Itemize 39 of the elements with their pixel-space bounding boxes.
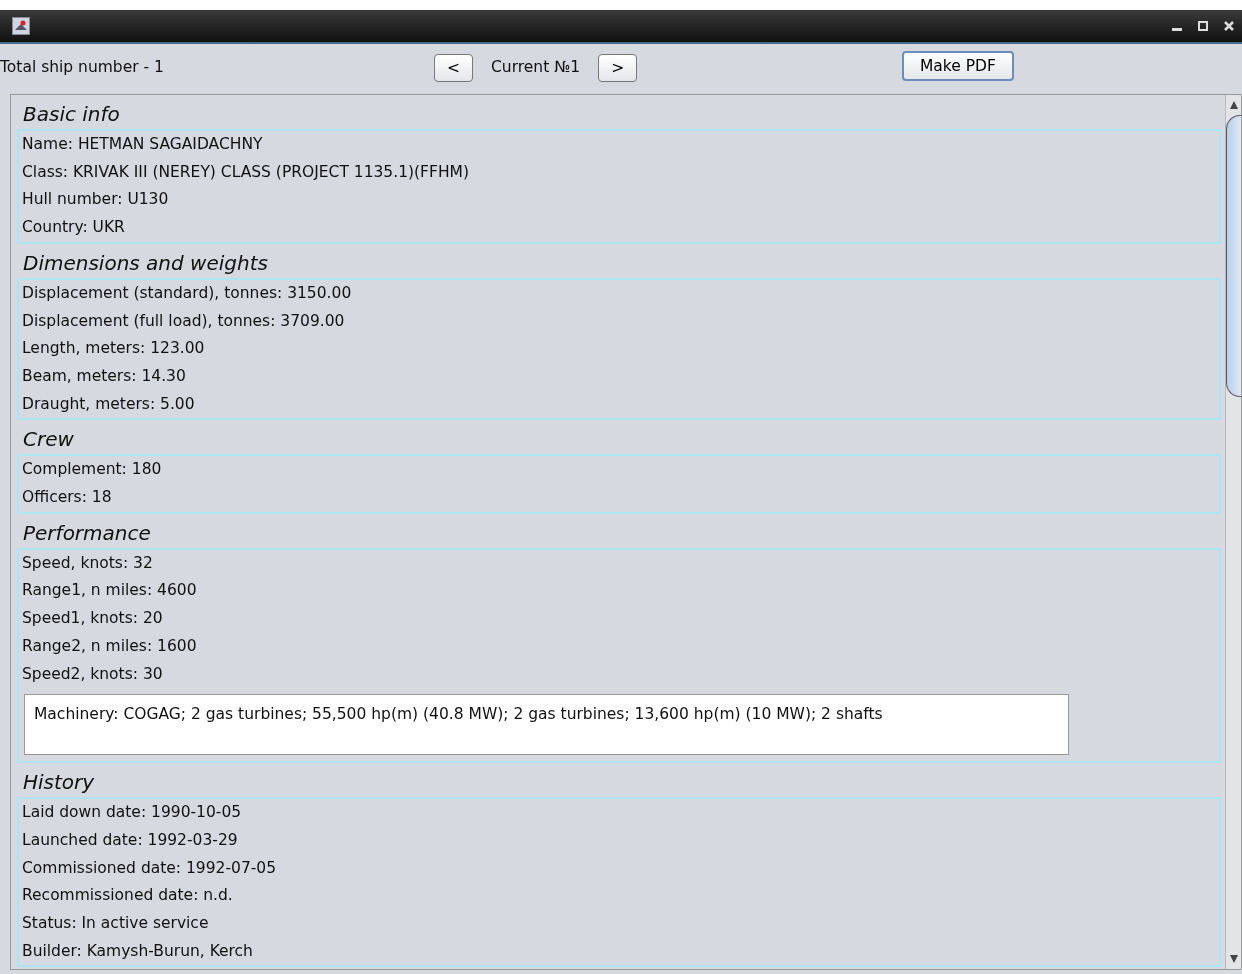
section-heading: Dimensions and weights xyxy=(22,249,269,277)
close-icon[interactable] xyxy=(1224,21,1234,31)
maximize-icon[interactable] xyxy=(1198,21,1208,31)
field-text: Speed, knots: 32 xyxy=(21,552,154,574)
app-icon xyxy=(12,17,30,35)
field-text: Range1, n miles: 4600 xyxy=(21,580,198,602)
field-text: Speed1, knots: 20 xyxy=(21,608,164,630)
section-heading: History xyxy=(22,769,96,797)
field-text: Range2, n miles: 1600 xyxy=(21,635,198,657)
field-text: Complement: 180 xyxy=(21,459,163,481)
make-pdf-button[interactable]: Make PDF xyxy=(902,51,1014,81)
section-heading: Performance xyxy=(22,519,152,547)
field-text: Length, meters: 123.00 xyxy=(21,338,206,360)
field-text: Status: In active service xyxy=(21,913,210,935)
field-text: Officers: 18 xyxy=(21,487,113,509)
field-text: Displacement (full load), tonnes: 3709.00 xyxy=(21,310,346,332)
current-label: Current №1 xyxy=(491,57,581,79)
section-heading: Basic info xyxy=(22,101,121,128)
section-heading: Crew xyxy=(22,426,75,454)
text-area[interactable]: Machinery: COGAG; 2 gas turbines; 55,500 hp(m) (40.8 MW); 2 gas turbines; 13,600 hp(m) (10 MW); 2 shafts xyxy=(24,694,1069,756)
next-button[interactable]: > xyxy=(598,54,638,82)
scroll-down-icon[interactable] xyxy=(1229,955,1238,963)
field-text: Class: KRIVAK III (NEREY) CLASS (PROJECT 1135.1)(FFHM) xyxy=(21,161,471,183)
previous-button[interactable]: < xyxy=(434,54,473,82)
field-text: Launched date: 1992-03-29 xyxy=(21,829,239,851)
field-text: Speed2, knots: 30 xyxy=(21,663,164,685)
scroll-up-icon[interactable] xyxy=(1229,101,1238,109)
field-text: Draught, meters: 5.00 xyxy=(21,393,196,415)
field-text: Recommissioned date: n.d. xyxy=(21,885,234,907)
field-text: Displacement (standard), tonnes: 3150.00 xyxy=(21,282,353,304)
field-text: Name: HETMAN SAGAIDACHNY xyxy=(21,134,264,155)
field-text: Hull number: U130 xyxy=(21,189,170,211)
field-text: Laid down date: 1990-10-05 xyxy=(21,802,243,824)
field-text: Beam, meters: 14.30 xyxy=(21,365,187,387)
scrollbar[interactable] xyxy=(1225,95,1241,969)
field-text: Commissioned date: 1992-07-05 xyxy=(21,857,278,879)
ship-count-label: Total ship number - 1 xyxy=(0,57,164,79)
field-text: Country: UKR xyxy=(21,217,126,239)
field-text: Builder: Kamysh-Burun, Kerch xyxy=(21,940,254,962)
